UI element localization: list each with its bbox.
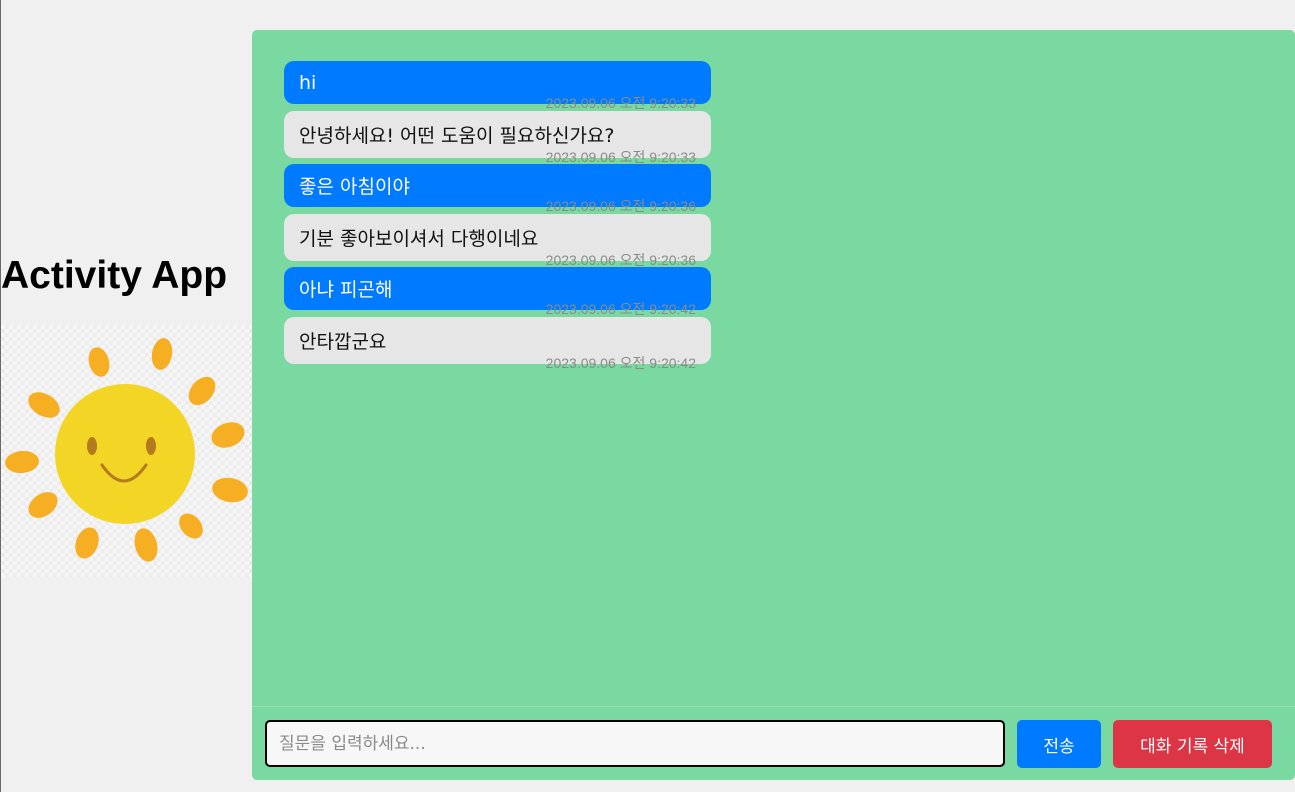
message-text: 안타깝군요 — [299, 331, 387, 353]
sidebar: Activity App — [0, 0, 252, 792]
send-button[interactable]: 전송 — [1017, 720, 1101, 768]
message-text: hi — [299, 71, 317, 94]
question-input[interactable] — [265, 720, 1005, 767]
chat-panel: hi 2023.09.06 오전 9:20:33 안녕하세요! 어떤 도움이 필… — [252, 30, 1295, 780]
message-text: 안녕하세요! 어떤 도움이 필요하신가요? — [299, 125, 615, 147]
message-text: 기분 좋아보이셔서 다행이네요 — [299, 228, 539, 250]
smiling-sun-icon — [5, 338, 248, 562]
message-timestamp: 2023.09.06 오전 9:20:36 — [545, 198, 696, 214]
message-timestamp: 2023.09.06 오전 9:20:33 — [545, 95, 696, 111]
message-timestamp: 2023.09.06 오전 9:20:42 — [545, 355, 696, 371]
bot-message: 안타깝군요 2023.09.06 오전 9:20:42 — [284, 317, 711, 371]
app-title: Activity App — [1, 254, 228, 297]
logo-image — [1, 325, 252, 577]
message-text: 아냐 피곤해 — [299, 279, 393, 301]
user-message: 아냐 피곤해 2023.09.06 오전 9:20:42 — [284, 267, 711, 317]
user-message: 좋은 아침이야 2023.09.06 오전 9:20:36 — [284, 164, 711, 214]
clear-history-button[interactable]: 대화 기록 삭제 — [1113, 720, 1272, 768]
composer-divider — [252, 706, 1295, 707]
message-timestamp: 2023.09.06 오전 9:20:42 — [545, 301, 696, 317]
bot-message: 기분 좋아보이셔서 다행이네요 2023.09.06 오전 9:20:36 — [284, 214, 711, 268]
message-text: 좋은 아침이야 — [299, 176, 410, 198]
user-message: hi 2023.09.06 오전 9:20:33 — [284, 61, 711, 111]
bot-message: 안녕하세요! 어떤 도움이 필요하신가요? 2023.09.06 오전 9:20… — [284, 111, 711, 165]
message-list[interactable]: hi 2023.09.06 오전 9:20:33 안녕하세요! 어떤 도움이 필… — [284, 61, 711, 371]
